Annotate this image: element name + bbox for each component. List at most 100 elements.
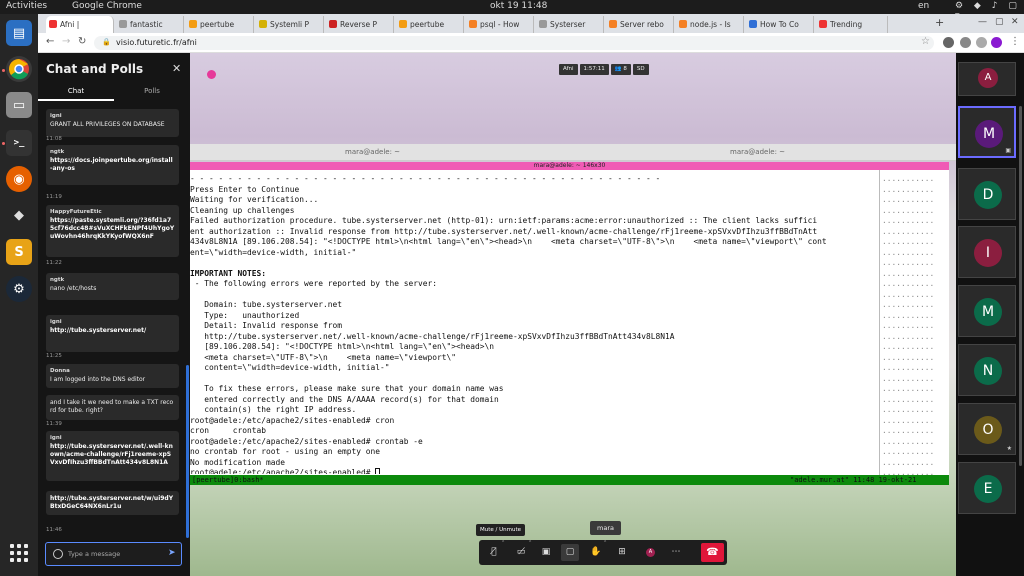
terminal-pane-filler: ...........: [882, 310, 935, 320]
tab-favicon-icon: [679, 20, 687, 28]
tab-favicon-icon: [399, 20, 407, 28]
participant-tile[interactable]: O ★: [958, 403, 1016, 455]
browser-tab-label: peertube: [410, 20, 445, 29]
participant-tile[interactable]: I: [958, 226, 1016, 278]
more-options-icon[interactable]: ⋯: [667, 544, 685, 561]
terminal-line: Waiting for verification...: [190, 195, 878, 206]
browser-tab[interactable]: peertube: [186, 16, 254, 33]
profile-avatar[interactable]: [991, 37, 1002, 48]
screen-share-icon[interactable]: ▣: [537, 544, 555, 561]
show-applications-icon[interactable]: [10, 544, 28, 562]
terminal-cursor: [375, 468, 381, 474]
tile-view-icon[interactable]: ⊞: [613, 544, 631, 561]
message-link[interactable]: https://paste.systemli.org/?36fd1a75cf76…: [50, 217, 175, 241]
participant-tile[interactable]: A: [958, 62, 1016, 96]
emoji-icon[interactable]: [53, 549, 63, 559]
chat-icon[interactable]: ▢: [561, 544, 579, 561]
filmstrip-scrollbar[interactable]: [1019, 106, 1022, 466]
terminal-line-text: content=\"width=device-width, initial-": [190, 363, 390, 372]
participant-avatar: O: [974, 416, 1002, 444]
reload-icon[interactable]: ↻: [78, 36, 86, 47]
message-link[interactable]: https://docs.joinpeertube.org/install-an…: [50, 157, 175, 173]
sublime-text-icon[interactable]: S: [6, 239, 32, 265]
extension-icon[interactable]: [960, 37, 971, 48]
browser-tab[interactable]: psql - How: [466, 16, 534, 33]
browser-tab[interactable]: Server rebo: [606, 16, 674, 33]
browser-tab[interactable]: Reverse P: [326, 16, 394, 33]
participant-avatar: N: [974, 357, 1002, 385]
terminal-pane-filler: ...........: [882, 342, 935, 351]
chevron-up-icon[interactable]: ⌃: [528, 540, 532, 546]
language-indicator[interactable]: en: [918, 1, 929, 11]
send-icon[interactable]: ➤: [168, 548, 176, 558]
forward-icon[interactable]: →: [62, 36, 70, 47]
participant-tile[interactable]: E: [958, 462, 1016, 514]
activities-button[interactable]: Activities: [6, 1, 47, 11]
participant-tile[interactable]: M: [958, 285, 1016, 337]
terminal-line-text: IMPORTANT NOTES:: [190, 268, 267, 278]
participant-tile[interactable]: D: [958, 168, 1016, 220]
browser-tab[interactable]: Systerser: [536, 16, 604, 33]
terminal-output[interactable]: - - - - - - - - - - - - - - - - - - - - …: [190, 174, 878, 474]
terminal-line-text: root@adele:/etc/apache2/sites-enabled# c…: [190, 415, 395, 425]
close-window-icon[interactable]: ✕: [1011, 17, 1019, 27]
close-icon[interactable]: ✕: [172, 62, 181, 75]
participant-count[interactable]: 👥 8: [610, 64, 631, 75]
pane-divider[interactable]: [879, 170, 880, 475]
chat-input-box[interactable]: ➤: [45, 542, 182, 566]
browser-tab-label: psql - How: [480, 20, 520, 29]
hangup-icon[interactable]: ☎: [701, 543, 724, 562]
terminal-line: root@adele:/etc/apache2/sites-enabled#: [190, 468, 878, 474]
back-icon[interactable]: ←: [46, 36, 54, 47]
message-link[interactable]: http://tube.systerserver.net/.well-known…: [50, 443, 175, 467]
terminal-pane-filler: ...........: [882, 405, 935, 414]
browser-tab[interactable]: How To Co: [746, 16, 814, 33]
raise-hand-icon[interactable]: ✋: [587, 544, 605, 561]
terminal-tab-right[interactable]: mara@adele: ~: [730, 148, 785, 156]
firefox-icon[interactable]: ◉: [6, 166, 32, 192]
terminal-right-pane[interactable]: ........................................…: [882, 174, 948, 475]
browser-tab[interactable]: peertube: [396, 16, 464, 33]
camera-off-icon[interactable]: ▭̸: [512, 544, 530, 561]
browser-tab[interactable]: Systemli P: [256, 16, 324, 33]
clock[interactable]: okt 19 11:48: [490, 1, 547, 11]
message-link[interactable]: http://tube.systerserver.net/: [50, 327, 175, 335]
browser-tab[interactable]: Afni |: [46, 16, 114, 33]
minimize-icon[interactable]: —: [978, 17, 987, 27]
inkscape-icon[interactable]: ◆: [6, 202, 32, 228]
message-link[interactable]: http://tube.systerserver.net/w/ui9dYBtxD…: [50, 495, 175, 511]
terminal-line: ent authorization :: Invalid response fr…: [190, 227, 878, 238]
terminal-tab-left[interactable]: mara@adele: ~: [345, 148, 400, 156]
bookmark-star-icon[interactable]: ☆: [921, 36, 930, 47]
chrome-icon[interactable]: [6, 56, 32, 82]
browser-tab[interactable]: node.js - Is: [676, 16, 744, 33]
tab-chat[interactable]: Chat: [38, 87, 114, 95]
self-avatar[interactable]: A: [646, 548, 655, 557]
participant-tile[interactable]: N: [958, 344, 1016, 396]
new-tab-button[interactable]: +: [935, 16, 944, 29]
chevron-up-icon[interactable]: ⌃: [603, 540, 607, 546]
document-viewer-icon[interactable]: ▤: [6, 20, 32, 46]
app-menu[interactable]: Google Chrome: [72, 1, 142, 11]
participant-tile[interactable]: M ▣: [958, 106, 1016, 158]
files-icon[interactable]: ▭: [6, 92, 32, 118]
terminal-icon[interactable]: >_: [6, 130, 32, 156]
tab-polls[interactable]: Polls: [114, 87, 190, 95]
video-quality-badge[interactable]: SD: [632, 64, 649, 75]
chevron-up-icon[interactable]: ⌃: [501, 540, 505, 546]
extension-icon[interactable]: [943, 37, 954, 48]
chrome-menu-icon[interactable]: ⋮: [1010, 36, 1020, 47]
chat-scrollbar[interactable]: [186, 365, 189, 538]
browser-tab[interactable]: Trending: [816, 16, 888, 33]
maximize-icon[interactable]: ▢: [995, 17, 1004, 27]
extension-icon[interactable]: [976, 37, 987, 48]
mic-muted-icon[interactable]: 🎙̸: [485, 544, 503, 561]
chat-message-input[interactable]: [68, 548, 158, 560]
browser-tab[interactable]: fantastic: [116, 16, 184, 33]
address-bar[interactable]: 🔒 visio.futuretic.fr/afni: [94, 36, 934, 50]
message-author: igni: [50, 435, 62, 441]
steam-icon[interactable]: ⚙: [6, 276, 32, 302]
participant-avatar: A: [978, 68, 998, 88]
terminal-window[interactable]: - - - - - - - - - - - - - - - - - - - - …: [190, 170, 949, 475]
